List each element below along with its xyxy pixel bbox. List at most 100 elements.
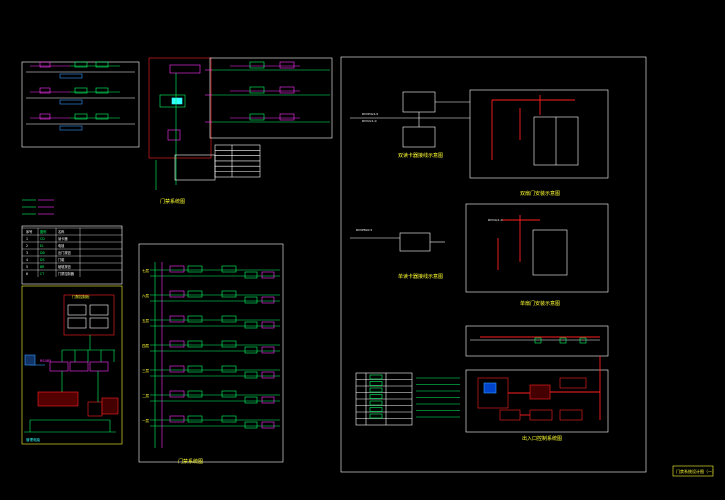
- riser-device: [221, 390, 237, 398]
- entrance-legend-symbol: [369, 400, 383, 406]
- riser-device: [261, 296, 275, 304]
- controller-unit: [67, 317, 87, 329]
- floor-a-device: [279, 86, 295, 94]
- riser-floor-label: 二层: [142, 393, 149, 398]
- caption-system-b: 门禁系统图: [178, 458, 203, 465]
- controller-a-module: [167, 129, 181, 141]
- legend-cell: CT: [40, 272, 44, 276]
- riser-device: [261, 321, 275, 329]
- entrance-device: [534, 337, 542, 344]
- riser-device: [221, 265, 237, 273]
- controller-unit: [89, 304, 109, 316]
- legend-cell: 电锁: [58, 243, 65, 248]
- riser-device: [169, 340, 185, 348]
- legend-cell: 图例: [40, 229, 46, 234]
- caption-reader-b: 单读卡器接线示意图: [398, 273, 443, 280]
- legend-cell: EL: [40, 244, 44, 248]
- riser-device: [244, 396, 258, 404]
- panel-reader: [37, 391, 79, 407]
- legend-cell: 1: [26, 237, 28, 241]
- entrance-legend-symbol: [369, 374, 383, 380]
- entrance-legend-symbol: [369, 394, 383, 399]
- riser-floor-label: 四层: [142, 343, 149, 348]
- panel-lock: [87, 401, 103, 417]
- legend-cell: 4: [26, 258, 28, 262]
- floor-a-device: [249, 113, 265, 121]
- riser-device: [169, 265, 185, 273]
- legend-cell: 6: [26, 272, 28, 276]
- floor-a-device: [249, 61, 265, 69]
- legend-cell: DS: [40, 258, 44, 262]
- entrance-module: [559, 377, 587, 389]
- entrance-legend-symbol: [369, 407, 383, 412]
- legend-cell: 名称: [58, 229, 65, 234]
- caption-entrance: 出入口控制系统图: [522, 435, 562, 442]
- entrance-module: [559, 409, 583, 421]
- legend-cell: BR: [40, 265, 45, 269]
- pc-icon: [24, 354, 36, 366]
- riser-device: [187, 340, 203, 348]
- cad-drawing-canvas[interactable]: 门禁系统图 门禁系统图 双读卡器接线示意图 单读卡器接线示意图 双扇门安装示意图…: [0, 0, 725, 500]
- cable-note-3: RVVP8x0.5: [356, 228, 372, 232]
- entrance-module: [529, 409, 553, 421]
- legend-cell: 读卡器: [58, 236, 68, 241]
- riser-device: [244, 346, 258, 354]
- caption-door-a: 双扇门安装示意图: [520, 190, 560, 197]
- entrance-system-frame: [465, 369, 609, 433]
- legend-cell: 3: [26, 251, 28, 255]
- riser-device: [244, 271, 258, 279]
- floor-a-device: [279, 61, 295, 69]
- door-b-leaf: [532, 229, 568, 276]
- riser-device: [261, 421, 275, 429]
- riser-device: [169, 390, 185, 398]
- riser-device: [221, 365, 237, 373]
- legend-cell: CD: [40, 237, 45, 241]
- entrance-plan: [465, 325, 609, 357]
- riser-device: [221, 340, 237, 348]
- floor-a-device: [249, 86, 265, 94]
- controller-box-label: 门禁控制柜: [72, 294, 90, 299]
- legend-cell: 破玻按钮: [58, 264, 72, 269]
- panel-a-bus-tag: [59, 73, 83, 79]
- caption-reader-a: 双读卡器接线示意图: [398, 152, 443, 159]
- riser-device: [187, 415, 203, 423]
- riser-device: [187, 315, 203, 323]
- riser-floor-labels: 七层六层五层四层三层二层一层: [142, 268, 149, 423]
- riser-device: [261, 271, 275, 279]
- controller-unit: [89, 317, 109, 329]
- entrance-legend-symbol: [369, 381, 383, 386]
- caption-door-b: 单扇门安装示意图: [520, 300, 560, 307]
- sheet-title: 门禁系统设计图（一）: [676, 468, 716, 474]
- controller-a-module: [169, 64, 201, 74]
- entrance-controller: [529, 384, 551, 400]
- riser-device: [187, 390, 203, 398]
- entrance-module: [499, 409, 521, 421]
- bus-label: RS485: [40, 359, 51, 363]
- panel-node: [49, 361, 69, 372]
- riser-device: [187, 265, 203, 273]
- riser-device: [187, 290, 203, 298]
- riser-device: [261, 346, 275, 354]
- floor-a-device: [279, 113, 295, 121]
- controller-a-module: [171, 97, 183, 105]
- panel-node: [89, 361, 109, 372]
- riser-device: [221, 315, 237, 323]
- entrance-legend-symbol: [369, 387, 383, 393]
- riser-device: [169, 415, 185, 423]
- riser-device: [261, 371, 275, 379]
- legend-cell: 门磁: [58, 257, 65, 262]
- riser-device: [169, 315, 185, 323]
- reader-a-top: [402, 91, 436, 113]
- riser-device: [244, 371, 258, 379]
- legend-table: 序号 图例 名称 1 CD 读卡器 2 EL 电锁 3 DB 出门按钮 4 DS 门磁 5 BR 破玻按钮 6 CT 门…: [22, 227, 122, 277]
- legend-cell: 2: [26, 244, 28, 248]
- legend-cell: DB: [40, 251, 45, 255]
- pc-label: 管理电脑: [26, 437, 40, 442]
- riser-device: [244, 321, 258, 329]
- riser-device: [244, 421, 258, 429]
- entrance-pc-screen: [483, 382, 497, 394]
- entrance-device: [559, 337, 567, 344]
- reader-b: [399, 232, 431, 252]
- riser-floor-label: 一层: [142, 418, 149, 423]
- legend-cell: 序号: [26, 229, 32, 234]
